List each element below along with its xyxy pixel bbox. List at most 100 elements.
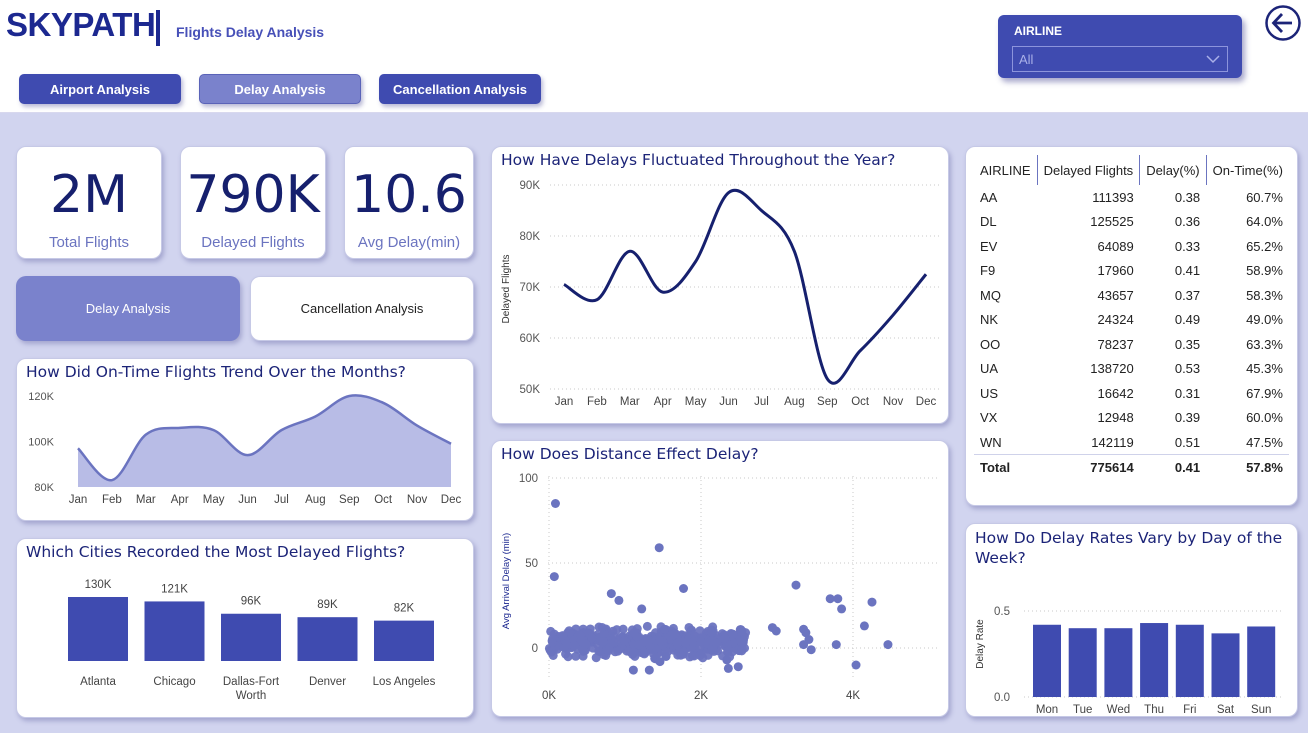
bar [1140,623,1169,697]
x-tick-label: Aug [784,396,804,408]
chevron-down-icon [1206,55,1220,64]
column-header[interactable]: Delay(%) [1139,155,1207,185]
scatter-point [606,589,616,599]
x-tick-label: Thu [1144,704,1164,716]
kpi-card-total-flights: 2M Total Flights [16,146,162,259]
table-cell: EV [980,238,998,254]
bar [1247,626,1276,697]
column-header[interactable]: AIRLINE [974,155,1038,185]
airline-slicer[interactable]: AIRLINE All [998,15,1242,78]
table-cell: 0.37 [1174,287,1201,303]
distance-delay-card: How Does Distance Effect Delay? 0 50 100 0K… [491,440,949,717]
y-tick-label: 80K [34,482,54,494]
kpi-label: Total Flights [48,234,130,251]
airline-dropdown[interactable]: All [1012,46,1228,72]
delays-line-chart: 50K 60K 70K 80K 90K Jan Feb Mar Apr May Jun Jul Aug S… [501,180,940,408]
scatter-point [689,651,699,661]
y-tick-label: 50 [525,558,538,570]
bar [374,620,434,661]
column-header[interactable]: Delayed Flights [1037,155,1141,185]
y-tick-label: 0 [532,643,538,655]
kpi-value: 2M [50,165,128,225]
kpi-value: 10.6 [351,165,467,225]
scatter-point [546,626,556,636]
x-tick-label: Nov [883,396,904,408]
table-cell: 0.53 [1174,361,1201,377]
bar [1211,633,1240,697]
airline-table-card: AIRLINE Delayed Flights Delay(%) On-Time(%)… [965,146,1298,506]
ontime-area-chart: 80K 100K 120K Jan Feb Mar Apr May Jun Jul Aug Sep Oc… [28,391,462,506]
scatter-point [679,584,689,593]
scatter-point [660,624,670,634]
table-total-row: Total 775614 0.41 57.8% [974,454,1289,479]
table-cell: 138720 [1090,361,1134,377]
table-cell: 0.41 [1174,263,1201,279]
scatter-point [655,657,665,667]
nav-airport-analysis-button[interactable]: Airport Analysis [19,74,181,104]
x-tick-label: Feb [102,494,122,506]
nav-cancellation-analysis-button[interactable]: Cancellation Analysis [379,74,541,104]
scatter-point [644,665,654,675]
table-cell: 0.49 [1174,312,1201,328]
scatter-point [597,622,607,632]
table-cell: 24324 [1097,312,1134,328]
scatter-point [707,628,717,638]
data-label: 82K [394,603,415,615]
table-row: OO 78237 0.35 63.3% [974,332,1289,357]
table-row: MQ 43657 0.37 58.3% [974,283,1289,308]
x-tick-label: Nov [407,494,428,506]
scatter-point [672,638,682,648]
table-cell: 0.39 [1174,410,1201,426]
x-tick-label: Dallas-Fort [223,676,280,688]
cities-delay-card: Which Cities Recorded the Most Delayed F… [16,538,474,718]
scatter-point [733,662,743,672]
x-tick-label: Feb [587,396,607,408]
x-tick-label: Atlanta [80,676,116,688]
table-cell: 49.0% [1246,312,1283,328]
delay-analysis-tab[interactable]: Delay Analysis [16,276,240,341]
table-cell: 0.36 [1174,214,1201,230]
table-cell: 60.7% [1246,189,1283,205]
bar [1175,624,1204,697]
table-cell: 64.0% [1246,214,1283,230]
y-tick-label: 80K [520,231,541,243]
table-cell: 17960 [1097,263,1134,279]
table-cell: US [980,385,999,401]
y-axis-label: Delayed Flights [501,255,512,324]
cancellation-analysis-tab[interactable]: Cancellation Analysis [250,276,474,341]
scatter-point [833,594,843,604]
scatter-point [587,633,597,643]
nav-delay-analysis-button[interactable]: Delay Analysis [199,74,361,104]
data-label: 89K [317,599,338,611]
scatter-point [558,631,568,641]
x-tick-label: Jan [69,494,88,506]
column-header[interactable]: On-Time(%) [1206,155,1289,185]
table-cell: VX [980,410,998,426]
table-cell: 60.0% [1246,410,1283,426]
scatter-point [550,499,560,508]
scatter-point [578,644,588,654]
x-tick-label: Dec [441,494,462,506]
scatter-point [642,621,652,631]
y-axis-label: Avg Arrival Delay (min) [501,533,512,629]
table-cell: 43657 [1097,287,1134,303]
y-tick-label: 0.0 [994,692,1010,704]
scatter-point [637,604,647,614]
airline-slicer-label: AIRLINE [1014,24,1062,38]
table-row: WN 142119 0.51 47.5% [974,430,1289,455]
table-cell: Total [974,454,1038,479]
bar [221,613,281,661]
table-cell: 58.9% [1246,263,1283,279]
kpi-value: 790K [186,165,320,225]
scatter-point [654,543,664,553]
table-cell: UA [980,361,999,377]
ontime-trend-card: How Did On-Time Flights Trend Over the M… [16,358,474,521]
scatter-point [883,640,893,650]
x-tick-label: Mar [620,396,640,408]
table-cell: 65.2% [1246,238,1283,254]
scatter-point [740,643,750,653]
kpi-label: Avg Delay(min) [357,234,461,251]
scatter-point [851,660,861,670]
back-arrow-icon[interactable] [1264,4,1302,42]
table-row: VX 12948 0.39 60.0% [974,406,1289,431]
